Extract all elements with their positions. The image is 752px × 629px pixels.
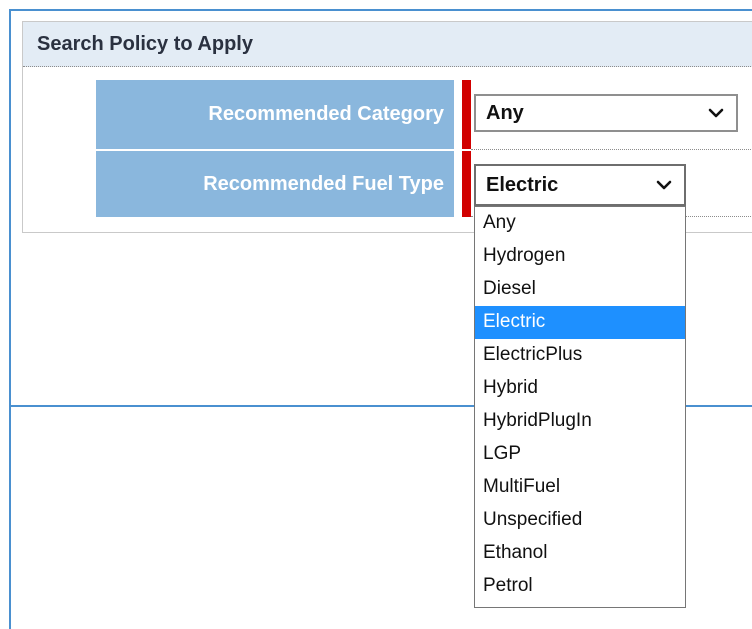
- dropdown-option[interactable]: HybridPlugIn: [475, 405, 685, 438]
- dropdown-option[interactable]: Ethanol: [475, 537, 685, 570]
- fuel-type-select-value: Electric: [486, 174, 559, 196]
- dropdown-option[interactable]: Hybrid: [475, 372, 685, 405]
- dropdown-option[interactable]: Unspecified: [475, 504, 685, 537]
- category-select[interactable]: Any: [474, 94, 738, 132]
- chevron-down-icon: [708, 108, 724, 118]
- panel-title: Search Policy to Apply: [23, 22, 752, 67]
- row-divider: [471, 149, 752, 150]
- required-marker: [462, 80, 471, 149]
- dropdown-option[interactable]: Diesel: [475, 273, 685, 306]
- fuel-type-label: Recommended Fuel Type: [96, 151, 454, 217]
- dropdown-option[interactable]: Hydrogen: [475, 240, 685, 273]
- dropdown-option[interactable]: MultiFuel: [475, 471, 685, 504]
- dropdown-option[interactable]: ElectricPlus: [475, 339, 685, 372]
- dropdown-option[interactable]: Petrol: [475, 570, 685, 603]
- category-label: Recommended Category: [96, 80, 454, 149]
- required-marker: [462, 151, 471, 217]
- dropdown-option[interactable]: Any: [475, 207, 685, 240]
- dropdown-option[interactable]: LGP: [475, 438, 685, 471]
- chevron-down-icon: [656, 180, 672, 190]
- category-select-value: Any: [486, 102, 524, 124]
- fuel-type-select[interactable]: Electric: [474, 164, 686, 206]
- dropdown-option-selected[interactable]: Electric: [475, 306, 685, 339]
- fuel-type-dropdown-list[interactable]: Any Hydrogen Diesel Electric ElectricPlu…: [474, 206, 686, 608]
